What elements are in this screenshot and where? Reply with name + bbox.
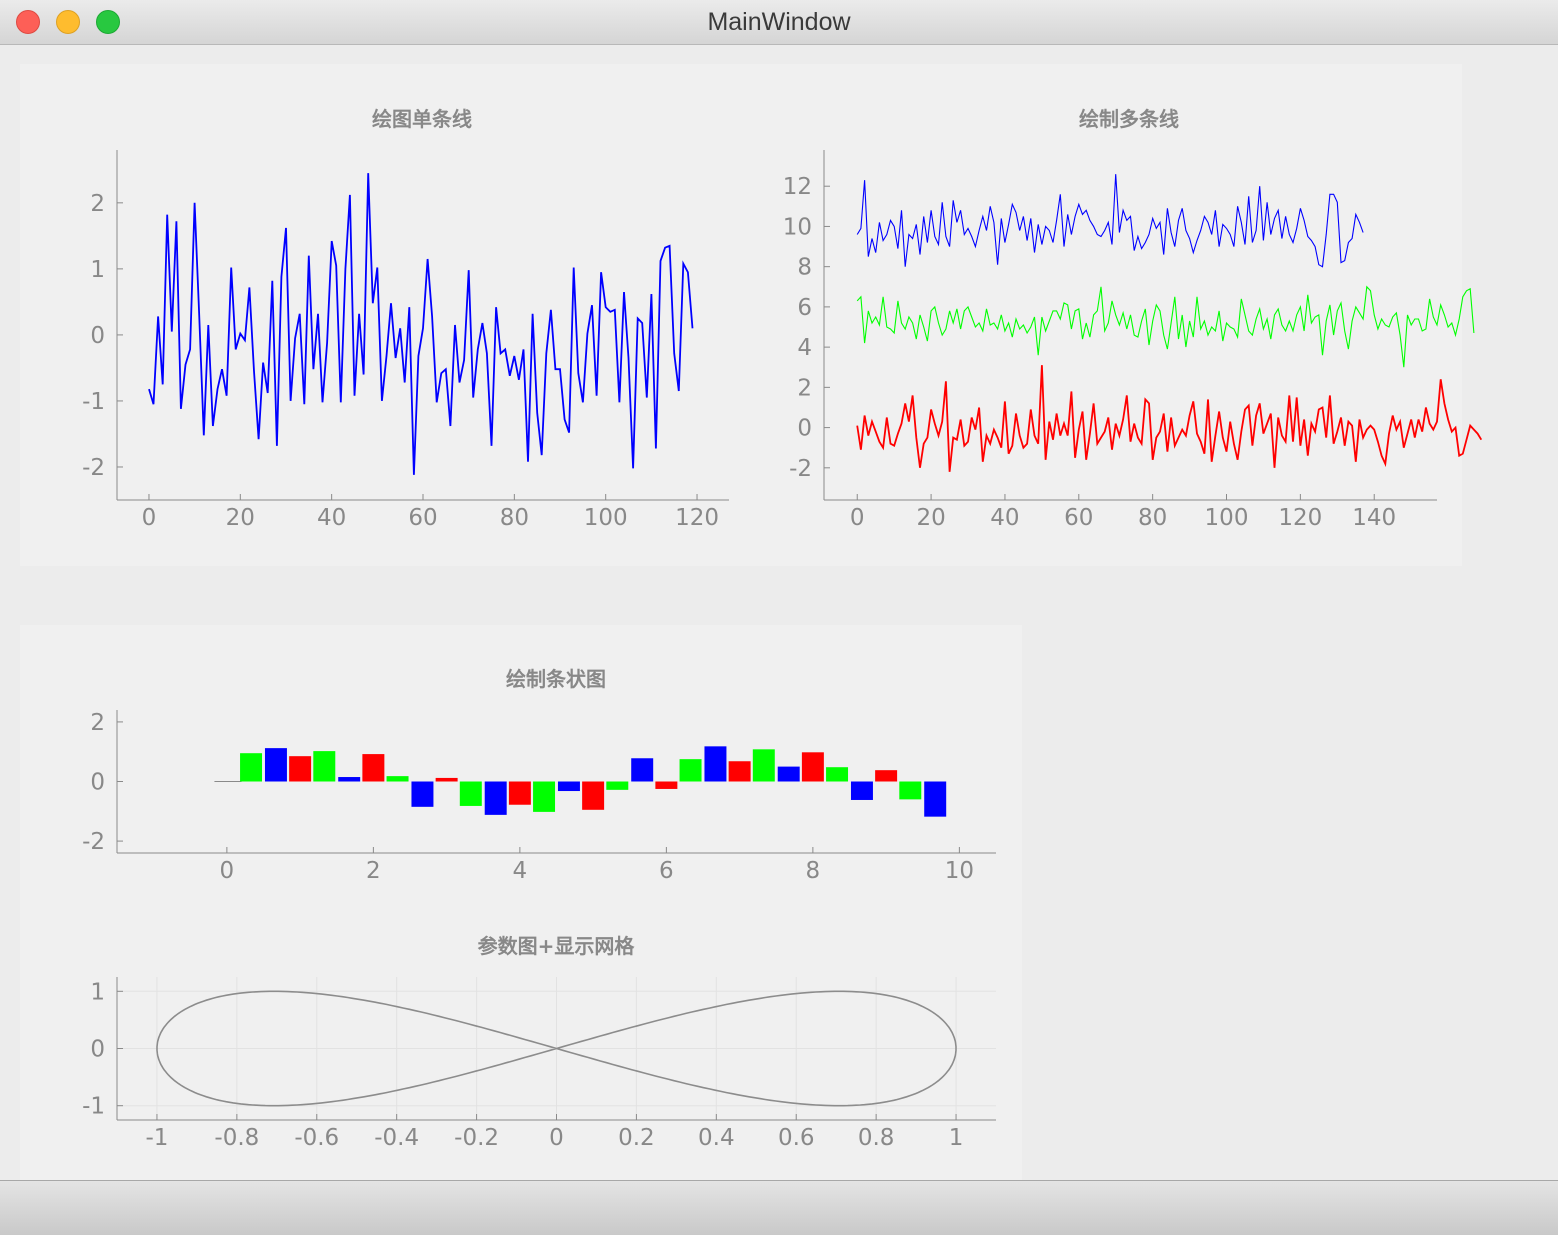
bar bbox=[533, 781, 556, 812]
bar bbox=[679, 759, 702, 782]
bar bbox=[582, 781, 605, 810]
chart-title: 绘制条状图 bbox=[506, 667, 606, 691]
y-tick-label: 0 bbox=[90, 770, 105, 796]
x-tick-label: 8 bbox=[806, 858, 821, 884]
y-tick-label: 2 bbox=[797, 375, 812, 401]
bar bbox=[411, 781, 434, 807]
x-tick-label: 10 bbox=[945, 858, 974, 884]
parametric-chart[interactable]: 参数图+显示网格 -1 -0.8 -0.6 -0.4 -0.2 0 0.2 0.4 0.6 0.8 1… bbox=[82, 934, 996, 1151]
bar bbox=[338, 777, 361, 782]
bar bbox=[484, 781, 507, 815]
x-tick-label: -0.4 bbox=[374, 1125, 419, 1151]
x-tick-label: 20 bbox=[916, 505, 945, 531]
bar bbox=[875, 770, 898, 782]
series-line-1 bbox=[856, 285, 1475, 368]
series-line-0 bbox=[856, 174, 1364, 268]
y-tick-label: -2 bbox=[82, 829, 105, 855]
plots-canvas: 绘图单条线0 20 40 60 80 100 120-2-1012 绘制多条线0 20 40 60… bbox=[82, 107, 1483, 1151]
x-tick-label: -0.6 bbox=[294, 1125, 339, 1151]
x-tick-label: 100 bbox=[1205, 505, 1249, 531]
bar bbox=[313, 751, 336, 782]
bar bbox=[386, 776, 409, 782]
x-tick-label: 0 bbox=[220, 858, 235, 884]
x-tick-label: 0 bbox=[549, 1125, 564, 1151]
bar bbox=[631, 758, 654, 782]
y-tick-label: 0 bbox=[90, 323, 105, 349]
y-tick-label: 1 bbox=[90, 257, 105, 283]
x-tick-label: 40 bbox=[990, 505, 1019, 531]
bar bbox=[704, 746, 727, 782]
chart-title: 参数图+显示网格 bbox=[478, 934, 636, 958]
x-tick-label: 1 bbox=[949, 1125, 964, 1151]
x-tick-label: 40 bbox=[317, 505, 346, 531]
x-tick-label: 100 bbox=[584, 505, 628, 531]
x-tick-label: 0.2 bbox=[618, 1125, 655, 1151]
x-tick-label: 60 bbox=[408, 505, 437, 531]
y-tick-label: -1 bbox=[82, 389, 105, 415]
y-tick-label: -2 bbox=[82, 455, 105, 481]
bar bbox=[752, 749, 775, 782]
chart-title: 绘图单条线 bbox=[372, 107, 472, 131]
bar bbox=[289, 756, 312, 782]
x-tick-label: 0.6 bbox=[778, 1125, 815, 1151]
chart-title: 绘制多条线 bbox=[1079, 107, 1179, 131]
bar bbox=[850, 781, 873, 800]
y-tick-label: 8 bbox=[797, 255, 812, 281]
bar bbox=[777, 766, 800, 782]
x-tick-label: 0.4 bbox=[698, 1125, 735, 1151]
x-tick-label: 2 bbox=[366, 858, 381, 884]
x-tick-label: 80 bbox=[1138, 505, 1167, 531]
x-tick-label: 6 bbox=[659, 858, 674, 884]
multi-line-chart[interactable]: 绘制多条线 0 20 40 60 80 100 120 140 -2 0 2 4 6 8 10 12 bbox=[783, 107, 1483, 531]
x-tick-label: -0.8 bbox=[214, 1125, 259, 1151]
bar bbox=[264, 748, 287, 782]
y-tick-label: 1 bbox=[90, 979, 105, 1005]
bar bbox=[557, 781, 580, 792]
bar bbox=[826, 767, 849, 782]
y-tick-label: 2 bbox=[90, 710, 105, 736]
x-tick-label: 120 bbox=[1278, 505, 1322, 531]
y-tick-label: 12 bbox=[783, 174, 812, 200]
y-tick-label: 0 bbox=[90, 1037, 105, 1063]
single-line-chart[interactable]: 绘图单条线 0 20 40 60 80 100 120 -2 -1 0 1 2 bbox=[82, 107, 729, 531]
x-tick-label: 140 bbox=[1352, 505, 1396, 531]
status-bar bbox=[0, 1180, 1558, 1235]
y-tick-label: 0 bbox=[797, 416, 812, 442]
y-tick-label: -2 bbox=[789, 456, 812, 482]
x-tick-label: -1 bbox=[145, 1125, 168, 1151]
bar bbox=[240, 753, 263, 782]
x-tick-label: 60 bbox=[1064, 505, 1093, 531]
y-tick-label: 2 bbox=[90, 191, 105, 217]
bar bbox=[899, 781, 922, 800]
y-tick-label: 4 bbox=[797, 335, 812, 361]
bar bbox=[508, 781, 531, 805]
series-line-0 bbox=[148, 173, 694, 475]
x-tick-label: 0.8 bbox=[858, 1125, 895, 1151]
bar bbox=[362, 754, 385, 782]
series-line-2 bbox=[856, 365, 1483, 472]
x-tick-label: 4 bbox=[513, 858, 528, 884]
y-tick-label: 10 bbox=[783, 214, 812, 240]
bar-chart[interactable]: 绘制条状图 0 2 4 6 8 10 -2 0 2 bbox=[82, 667, 996, 884]
bar bbox=[728, 761, 751, 782]
y-tick-label: 6 bbox=[797, 295, 812, 321]
bar bbox=[606, 781, 629, 790]
x-tick-label: 0 bbox=[850, 505, 865, 531]
main-window: MainWindow 绘图单条线 0 20 40 60 80 100 120 -2 -1 0 1 2 绘… bbox=[0, 0, 1558, 1235]
x-tick-label: 20 bbox=[226, 505, 255, 531]
bar bbox=[435, 777, 458, 782]
x-tick-label: 0 bbox=[142, 505, 157, 531]
bar bbox=[801, 752, 824, 782]
x-tick-label: 80 bbox=[500, 505, 529, 531]
x-tick-label: 120 bbox=[675, 505, 719, 531]
x-tick-label: -0.2 bbox=[454, 1125, 499, 1151]
bar bbox=[924, 781, 947, 817]
bar bbox=[459, 781, 482, 806]
bar bbox=[655, 781, 678, 789]
y-tick-label: -1 bbox=[82, 1094, 105, 1120]
